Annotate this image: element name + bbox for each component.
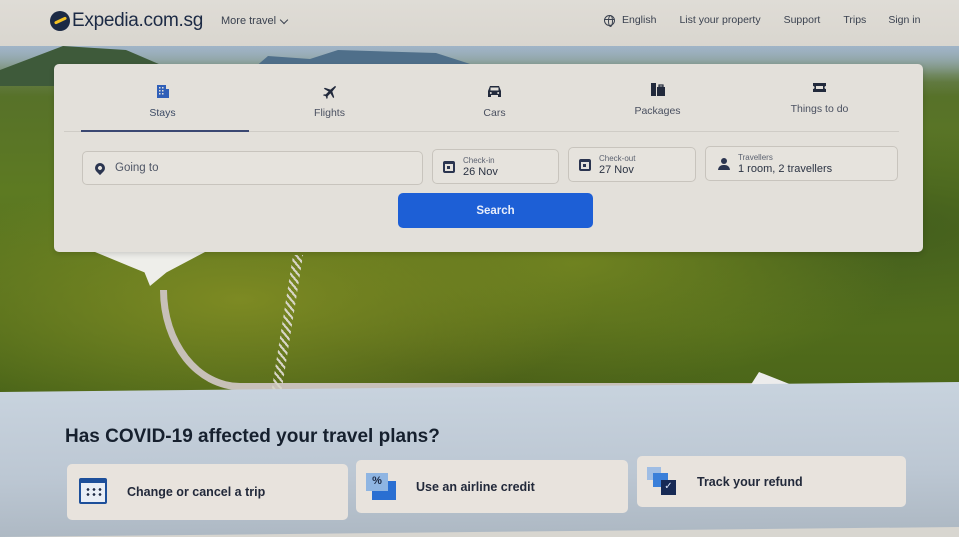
calendar-icon (443, 160, 455, 173)
chevron-down-icon (279, 15, 289, 24)
airline-credit-card[interactable]: % Use an airline credit (356, 460, 628, 513)
travellers-label: Travellers (738, 152, 773, 162)
more-travel-menu[interactable]: More travel (221, 15, 289, 27)
tab-packages[interactable]: Packages (575, 80, 740, 117)
check-in-date-field[interactable]: Check-in 26 Nov (432, 149, 559, 184)
car-icon (412, 82, 577, 100)
hotel-building-icon (80, 82, 245, 100)
check-out-date-field[interactable]: Check-out 27 Nov (568, 147, 696, 182)
check-icon: ✓ (661, 479, 676, 495)
track-refund-label: Track your refund (697, 474, 803, 489)
airplane-icon (247, 82, 412, 100)
tab-things-to-do-label: Things to do (790, 103, 849, 115)
tab-stays-label: Stays (149, 107, 176, 119)
refund-check-icon: ✓ (647, 466, 679, 497)
hero-sky-bridge (160, 290, 760, 390)
tab-cars[interactable]: Cars (412, 82, 577, 119)
tab-things-to-do[interactable]: Things to do (737, 78, 902, 115)
search-button[interactable]: Search (398, 193, 593, 228)
tab-packages-label: Packages (634, 105, 681, 117)
more-travel-label: More travel (221, 15, 277, 27)
header-links: English List your property Support Trips… (604, 14, 920, 27)
calendar-icon (579, 158, 591, 171)
language-selector[interactable]: English (622, 14, 656, 26)
location-pin-icon (92, 160, 108, 176)
destination-placeholder: Going to (115, 162, 159, 174)
tab-flights[interactable]: Flights (247, 82, 412, 119)
destination-input[interactable]: Going to (82, 151, 423, 185)
check-out-label: Check-out (599, 153, 636, 163)
expedia-globe-icon (50, 11, 70, 31)
travellers-value: 1 room, 2 travellers (738, 162, 833, 175)
tab-cars-label: Cars (483, 107, 506, 119)
percent-glyph: % (366, 472, 388, 491)
tab-flights-label: Flights (314, 107, 345, 119)
list-your-property-link[interactable]: List your property (679, 14, 760, 26)
search-form-card: Stays Flights Cars Packages Things to do (54, 64, 923, 252)
calendar-dots (85, 487, 103, 497)
airline-credit-label: Use an airline credit (416, 479, 535, 494)
track-refund-card[interactable]: ✓ Track your refund (637, 456, 906, 507)
check-in-value: 26 Nov (463, 165, 498, 178)
globe-icon (604, 14, 615, 27)
search-tabs: Stays Flights Cars Packages Things to do (80, 82, 900, 132)
covid-section-title: Has COVID-19 affected your travel plans? (65, 426, 440, 447)
percent-credit-icon: % (366, 472, 398, 501)
trips-link[interactable]: Trips (843, 14, 866, 26)
support-link[interactable]: Support (784, 14, 821, 26)
sign-in-link[interactable]: Sign in (888, 14, 920, 26)
change-cancel-trip-card[interactable]: Change or cancel a trip (67, 464, 348, 520)
active-tab-indicator (81, 130, 249, 132)
check-in-label: Check-in (463, 155, 495, 165)
top-navigation-bar: Expedia.com.sg More travel English List … (0, 0, 959, 46)
suitcase-icon (575, 80, 740, 98)
travellers-field[interactable]: Travellers 1 room, 2 travellers (705, 146, 898, 181)
person-icon (718, 157, 730, 170)
logo-text: Expedia.com.sg (72, 10, 203, 31)
ticket-icon (737, 78, 902, 96)
tab-stays[interactable]: Stays (80, 82, 245, 119)
expedia-logo[interactable]: Expedia.com.sg (50, 10, 203, 32)
calendar-icon (79, 478, 109, 506)
check-out-value: 27 Nov (599, 163, 634, 176)
bridge-deck (160, 290, 760, 390)
change-cancel-trip-label: Change or cancel a trip (127, 485, 266, 499)
